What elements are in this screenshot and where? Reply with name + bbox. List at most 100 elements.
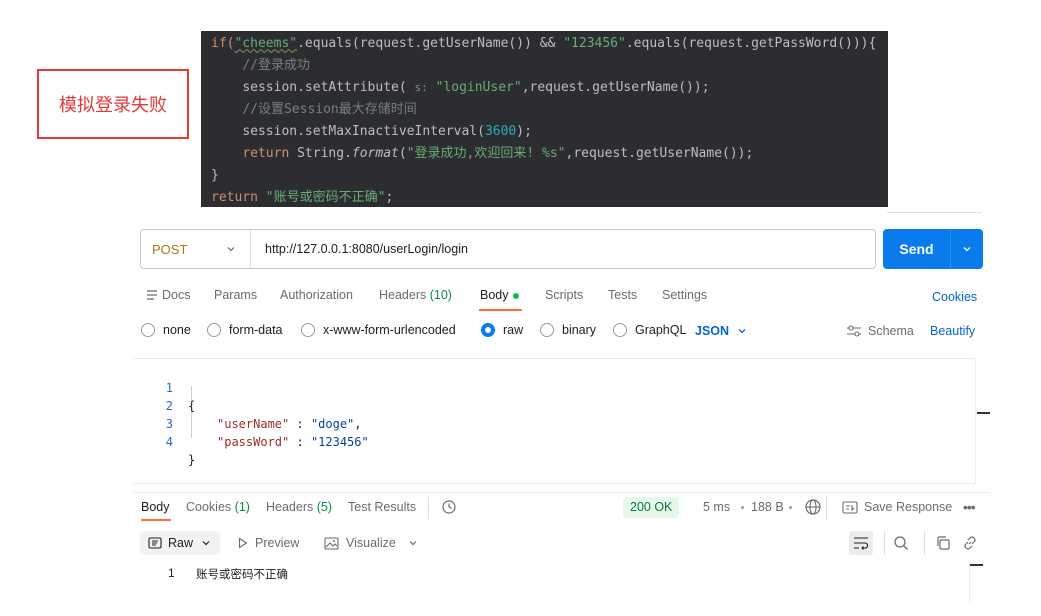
response-tab-body[interactable]: Body [141, 500, 170, 514]
send-options-chevron-icon[interactable] [951, 229, 983, 269]
json-key: "passWord" [217, 435, 290, 449]
code-token: session.setAttribute( [242, 80, 407, 95]
radio-circle [207, 323, 221, 337]
method-select[interactable]: POST [141, 230, 251, 268]
status-badge[interactable]: 200 OK [623, 497, 680, 518]
tab-headers[interactable]: Headers (10) [379, 288, 452, 302]
visualize-button[interactable]: Visualize [324, 536, 418, 550]
code-token: .equals(request.getPassWord())){ [625, 36, 877, 51]
preview-button[interactable]: Preview [238, 536, 299, 550]
scrollbar-handle[interactable] [977, 412, 990, 414]
code-token: String. [289, 146, 352, 161]
code-line: session.setAttribute( s: "loginUser",req… [201, 77, 888, 99]
body-indicator-dot [512, 292, 519, 299]
response-time[interactable]: 5 ms [703, 500, 730, 514]
view-mode-label: Raw [168, 536, 194, 550]
annotation-label: 模拟登录失败 [59, 95, 167, 116]
link-icon[interactable] [962, 535, 978, 551]
tab-scripts[interactable]: Scripts [545, 288, 583, 302]
code-token: 3600 [484, 124, 517, 139]
schema-button[interactable]: Schema [846, 324, 914, 338]
code-token: ,request.getUserName()); [565, 146, 754, 161]
schema-label: Schema [868, 324, 914, 338]
save-response-label: Save Response [864, 500, 953, 514]
radio-circle [301, 323, 315, 337]
code-token: "123456" [563, 36, 626, 51]
separator-dot [789, 506, 792, 509]
code-line: //登录成功 [201, 55, 888, 77]
code-line: if("cheems".equals(request.getUserName()… [201, 33, 888, 55]
radio-graphql[interactable]: GraphQL [613, 323, 686, 337]
play-icon [238, 537, 248, 549]
response-tab-cookies[interactable]: Cookies (1) [186, 500, 250, 514]
radio-raw[interactable]: raw [481, 323, 523, 337]
code-token: "账号或密码不正确" [265, 190, 386, 205]
radio-label: GraphQL [635, 323, 687, 337]
response-tab-headers-count: (5) [316, 500, 333, 514]
tab-body[interactable]: Body [480, 288, 519, 302]
tab-headers-count: (10) [429, 288, 452, 302]
schema-icon [846, 325, 862, 337]
tab-docs-label: Docs [162, 288, 191, 302]
search-icon[interactable] [893, 535, 909, 551]
send-label[interactable]: Send [883, 229, 951, 269]
radio-label: form-data [229, 323, 283, 337]
response-tab-cookies-label: Cookies [186, 500, 232, 514]
response-tab-test-results[interactable]: Test Results [348, 500, 416, 514]
history-icon[interactable] [441, 499, 457, 515]
body-editor[interactable]: 1 { 2 "userName" : "doge", 3 "passWord" … [133, 358, 976, 484]
tab-docs[interactable]: Docs [146, 288, 190, 302]
save-response-button[interactable]: Save Response [842, 500, 952, 514]
radio-label: x-www-form-urlencoded [323, 323, 456, 337]
beautify-button[interactable]: Beautify [930, 324, 975, 338]
editor-line: 3 "passWord" : "123456" [133, 397, 975, 449]
radio-label: binary [562, 323, 597, 337]
radio-circle [141, 323, 155, 337]
url-input[interactable]: http://127.0.0.1:8080/userLogin/login [251, 242, 468, 256]
chevron-down-icon [201, 538, 211, 548]
editor-line: 4 } [133, 415, 975, 467]
view-mode-select[interactable]: Raw [140, 531, 220, 555]
wrap-lines-button[interactable] [849, 531, 873, 555]
tab-headers-label: Headers [379, 288, 427, 302]
active-response-tab-indicator [141, 519, 171, 521]
response-tab-headers-label: Headers [266, 500, 314, 514]
tab-params[interactable]: Params [214, 288, 257, 302]
radio-label: raw [503, 323, 524, 337]
cookies-link[interactable]: Cookies [932, 290, 977, 304]
save-response-icon [842, 500, 858, 514]
radio-binary[interactable]: binary [540, 323, 596, 337]
code-keyword: return [211, 190, 258, 205]
radio-urlencoded[interactable]: x-www-form-urlencoded [301, 323, 456, 337]
response-toolbar: Raw Preview Visualize [140, 531, 985, 555]
code-token: ); [516, 124, 532, 139]
tab-tests[interactable]: Tests [608, 288, 637, 302]
code-line: return String.format("登录成功,欢迎回来! %s",req… [201, 143, 888, 165]
globe-icon[interactable] [804, 498, 822, 516]
response-text: 账号或密码不正确 [196, 567, 288, 581]
format-select[interactable]: JSON [695, 324, 747, 338]
divider [826, 497, 827, 519]
radio-none[interactable]: none [141, 323, 191, 337]
response-body[interactable]: 1 账号或密码不正确 [133, 562, 970, 602]
radio-form-data[interactable]: form-data [207, 323, 283, 337]
tab-settings[interactable]: Settings [662, 288, 707, 302]
radio-circle [540, 323, 554, 337]
code-line: session.setMaxInactiveInterval(3600); [201, 121, 888, 143]
raw-icon [148, 537, 162, 549]
method-label: POST [152, 241, 188, 257]
copy-icon[interactable] [935, 535, 951, 551]
more-options-icon[interactable]: ••• [963, 499, 976, 515]
send-button[interactable]: Send [883, 229, 983, 269]
editor-text: "passWord" : "123456" [217, 433, 369, 451]
code-token: ; [385, 190, 394, 205]
code-comment: //设置Session最大存储时间 [242, 102, 417, 117]
chevron-down-icon [737, 326, 747, 336]
scrollbar-handle[interactable] [970, 564, 983, 566]
tab-authorization[interactable]: Authorization [280, 288, 353, 302]
panel-edge [887, 207, 982, 213]
response-size[interactable]: 188 B [751, 500, 784, 514]
annotation-box: 模拟登录失败 [37, 69, 189, 139]
response-tab-headers[interactable]: Headers (5) [266, 500, 332, 514]
radio-label: none [163, 323, 191, 337]
